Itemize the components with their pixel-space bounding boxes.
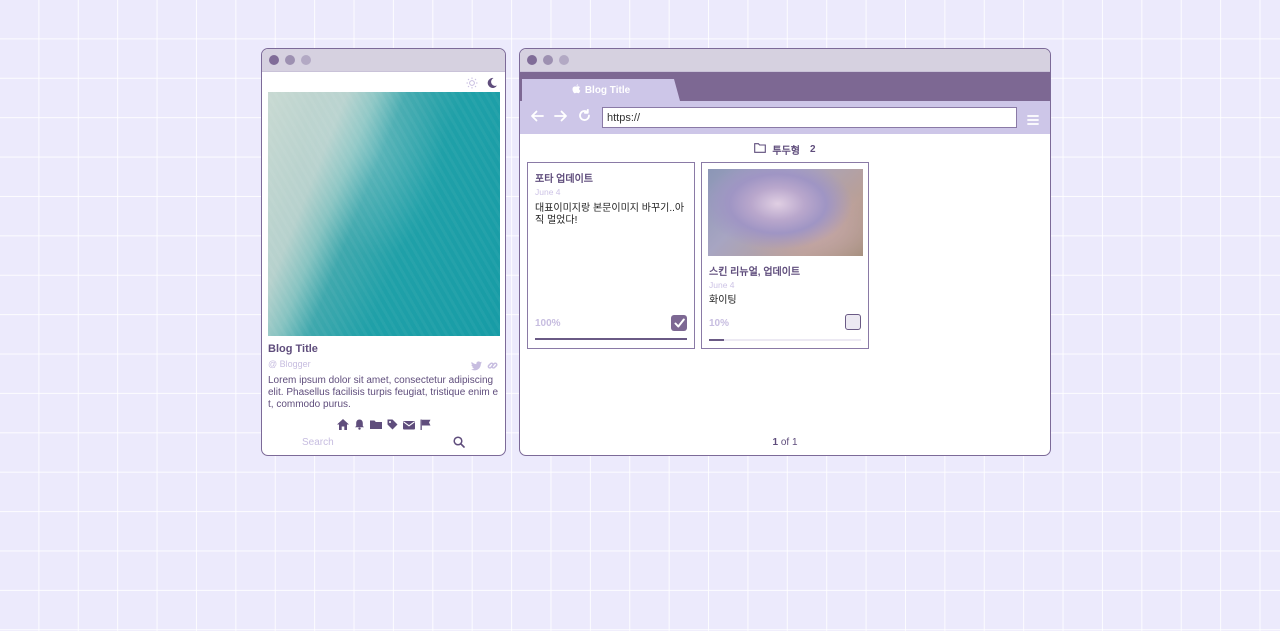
- browser-window: Blog Title 투두형 2 포타 업데이트 June 4 대: [519, 48, 1051, 456]
- window-titlebar: [262, 49, 505, 72]
- card-date: June 4: [709, 280, 735, 290]
- card-checkbox[interactable]: [671, 315, 687, 331]
- tab-strip: Blog Title: [520, 72, 1050, 101]
- blog-profile-window: Blog Title @ Blogger Lorem ipsum dolor s…: [261, 48, 506, 456]
- bell-icon[interactable]: [354, 417, 365, 435]
- window-titlebar: [520, 49, 1050, 72]
- card-body: 화이팅: [709, 295, 737, 306]
- sun-icon[interactable]: [466, 77, 478, 89]
- minimize-dot[interactable]: [285, 55, 295, 65]
- card-body: 대표이미지랑 본문이미지 바꾸기..아직 멀었다!: [535, 203, 685, 226]
- current-page[interactable]: 1: [772, 437, 778, 448]
- search-icon[interactable]: [453, 435, 465, 453]
- todo-card[interactable]: 스킨 리뉴얼, 업데이트 June 4 화이팅 10%: [701, 162, 869, 349]
- card-progress-label: 100%: [535, 318, 561, 329]
- maximize-dot[interactable]: [301, 55, 311, 65]
- minimize-dot[interactable]: [543, 55, 553, 65]
- search-input[interactable]: [302, 435, 442, 449]
- mail-icon[interactable]: [402, 417, 415, 435]
- pagination-separator: of: [780, 437, 790, 448]
- total-pages[interactable]: 1: [792, 437, 798, 448]
- folder-icon[interactable]: [369, 417, 382, 435]
- pagination: 1 of 1: [520, 437, 1050, 448]
- card-title[interactable]: 포타 업데이트: [535, 170, 593, 185]
- hamburger-menu-icon[interactable]: [1027, 112, 1039, 130]
- tab-label: Blog Title: [584, 84, 631, 96]
- card-progress-bar: [709, 339, 861, 341]
- category-header: 투두형 2: [520, 142, 1050, 157]
- apple-icon: [572, 83, 581, 97]
- card-progress-fill: [709, 339, 725, 341]
- social-links: [471, 358, 498, 376]
- browser-toolbar: [520, 101, 1050, 134]
- blog-description: Lorem ipsum dolor sit amet, consectetur …: [268, 375, 499, 410]
- category-name[interactable]: 투두형: [772, 142, 800, 157]
- close-dot[interactable]: [269, 55, 279, 65]
- card-date: June 4: [535, 187, 561, 197]
- card-progress-label: 10%: [709, 318, 730, 329]
- tab-blog-title[interactable]: Blog Title: [522, 79, 680, 101]
- forward-arrow-icon[interactable]: [554, 109, 568, 127]
- tag-icon[interactable]: [387, 417, 398, 435]
- maximize-dot[interactable]: [559, 55, 569, 65]
- moon-icon[interactable]: [486, 77, 498, 89]
- card-checkbox[interactable]: [845, 314, 861, 330]
- twitter-icon[interactable]: [471, 358, 482, 376]
- card-progress-fill: [535, 338, 687, 340]
- flag-icon[interactable]: [420, 417, 431, 435]
- blog-nav: [262, 417, 505, 435]
- blog-title[interactable]: Blog Title: [268, 343, 318, 355]
- home-icon[interactable]: [336, 417, 349, 435]
- blogger-name: @ Blogger: [268, 359, 311, 369]
- blog-cover-image: [268, 92, 500, 336]
- back-arrow-icon[interactable]: [530, 109, 544, 127]
- close-dot[interactable]: [527, 55, 537, 65]
- category-count: 2: [810, 144, 816, 155]
- reload-icon[interactable]: [578, 108, 591, 127]
- folder-outline-icon: [754, 143, 767, 156]
- theme-toggle: [466, 77, 498, 89]
- checkmark-icon: [674, 318, 685, 327]
- address-bar[interactable]: [602, 107, 1017, 128]
- card-title[interactable]: 스킨 리뉴얼, 업데이트: [709, 263, 800, 278]
- link-icon[interactable]: [487, 358, 498, 376]
- todo-card[interactable]: 포타 업데이트 June 4 대표이미지랑 본문이미지 바꾸기..아직 멀었다!…: [527, 162, 695, 349]
- card-progress-bar: [535, 338, 687, 340]
- card-thumbnail-image[interactable]: [708, 169, 863, 256]
